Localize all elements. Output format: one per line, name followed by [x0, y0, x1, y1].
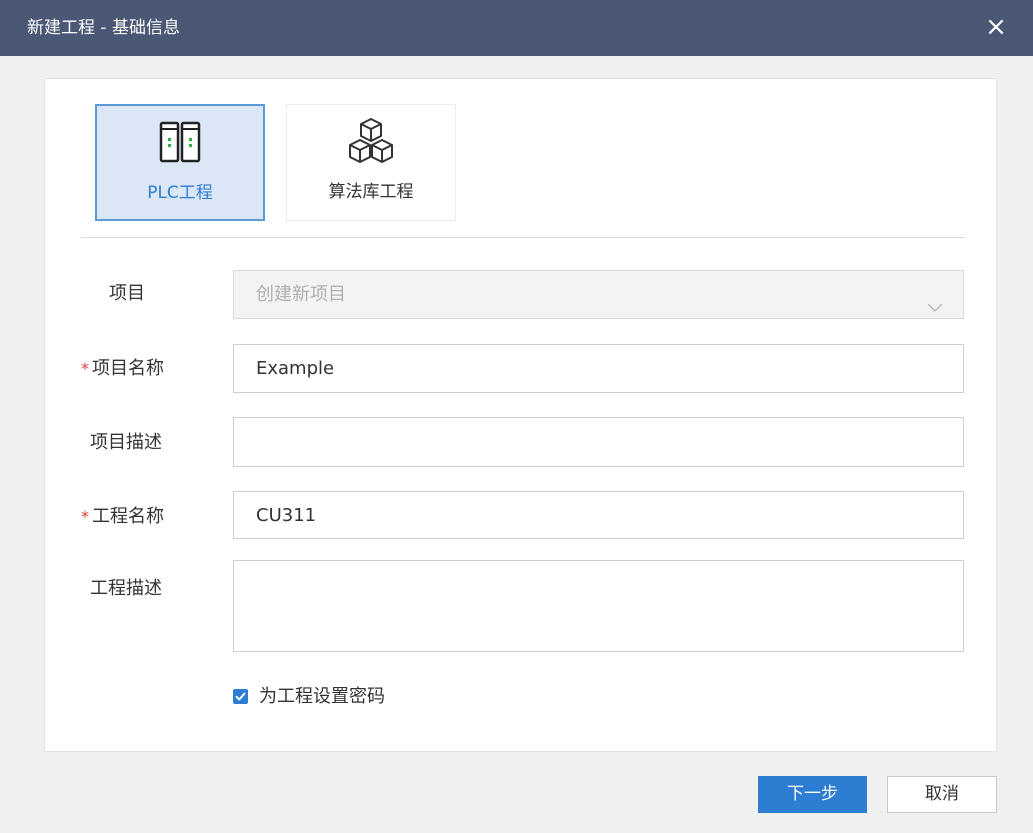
- required-indicator: *: [81, 507, 89, 526]
- cubes-icon: [287, 117, 455, 165]
- next-button[interactable]: 下一步: [758, 776, 867, 813]
- project-type-algorithm-library[interactable]: 算法库工程: [286, 104, 456, 221]
- engineering-name-label-text: 工程名称: [92, 506, 164, 527]
- project-select-value: 创建新项目: [256, 284, 346, 305]
- project-select[interactable]: 创建新项目: [233, 270, 964, 319]
- cancel-button[interactable]: 取消: [887, 776, 997, 813]
- engineering-desc-textarea[interactable]: [233, 560, 964, 652]
- checkmark-icon: [235, 692, 246, 701]
- chevron-down-icon: [927, 284, 943, 331]
- engineering-name-label: * 工程名称: [81, 505, 164, 529]
- project-type-algorithm-library-label: 算法库工程: [328, 182, 414, 202]
- dialog-titlebar: 新建工程 - 基础信息 ×: [0, 0, 1033, 56]
- project-desc-input[interactable]: [233, 417, 964, 467]
- set-password-label: 为工程设置密码: [259, 686, 385, 707]
- project-name-label-text: 项目名称: [92, 358, 164, 379]
- form-panel: PLC工程 算法库工程 项目 创建新项目 * 项目名称 Example 项目描述…: [44, 78, 997, 752]
- section-divider: [81, 237, 965, 238]
- set-password-checkbox[interactable]: [233, 689, 248, 704]
- close-icon: ×: [985, 12, 1007, 42]
- project-label: 项目: [109, 283, 145, 304]
- engineering-desc-label: 工程描述: [90, 578, 162, 599]
- plc-device-icon: [97, 118, 263, 166]
- engineering-name-input[interactable]: [233, 491, 964, 539]
- project-type-plc-label: PLC工程: [147, 183, 213, 203]
- dialog-title: 新建工程 - 基础信息: [27, 18, 180, 38]
- project-type-plc[interactable]: PLC工程: [95, 104, 265, 221]
- close-button[interactable]: ×: [980, 12, 1012, 44]
- required-indicator: *: [81, 359, 89, 378]
- project-name-label: * 项目名称: [81, 357, 164, 381]
- project-name-input[interactable]: [233, 344, 964, 393]
- project-desc-label: 项目描述: [90, 432, 162, 453]
